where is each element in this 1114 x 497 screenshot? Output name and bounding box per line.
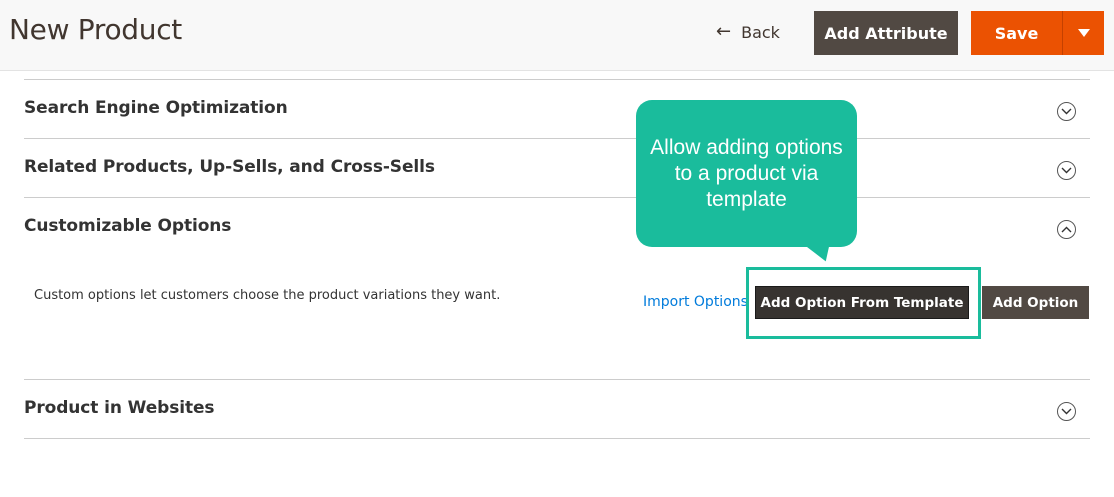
section-title-customizable-options[interactable]: Customizable Options [24, 216, 231, 236]
caret-down-icon [1077, 29, 1090, 37]
annotation-callout: Allow adding options to a product via te… [636, 100, 857, 247]
add-option-from-template-button[interactable]: Add Option From Template [755, 286, 969, 319]
section-divider [24, 438, 1090, 439]
chevron-up-circle-icon[interactable] [1057, 220, 1076, 239]
save-button[interactable]: Save [971, 11, 1062, 55]
section-divider [24, 138, 1090, 139]
section-divider [24, 197, 1090, 198]
section-title-product-in-websites[interactable]: Product in Websites [24, 398, 215, 418]
chevron-down-circle-icon[interactable] [1057, 161, 1076, 180]
chevron-down-circle-icon[interactable] [1057, 102, 1076, 121]
section-title-related[interactable]: Related Products, Up-Sells, and Cross-Se… [24, 157, 435, 177]
custom-options-description: Custom options let customers choose the … [34, 288, 501, 303]
arrow-left-icon: ← [716, 21, 732, 42]
save-menu-toggle[interactable] [1062, 11, 1104, 55]
chevron-down-circle-icon[interactable] [1057, 402, 1076, 421]
add-option-button[interactable]: Add Option [982, 286, 1089, 319]
add-attribute-button[interactable]: Add Attribute [814, 11, 958, 55]
page-header: New Product ← Back Add Attribute Save [0, 0, 1114, 71]
section-divider [24, 79, 1090, 80]
import-options-link[interactable]: Import Options [643, 294, 748, 310]
back-button[interactable]: ← Back [716, 19, 780, 45]
page-title: New Product [9, 13, 182, 46]
section-divider [24, 379, 1090, 380]
section-title-seo[interactable]: Search Engine Optimization [24, 98, 288, 118]
annotation-callout-text: Allow adding options to a product via te… [650, 135, 843, 211]
back-button-label: Back [741, 22, 780, 42]
